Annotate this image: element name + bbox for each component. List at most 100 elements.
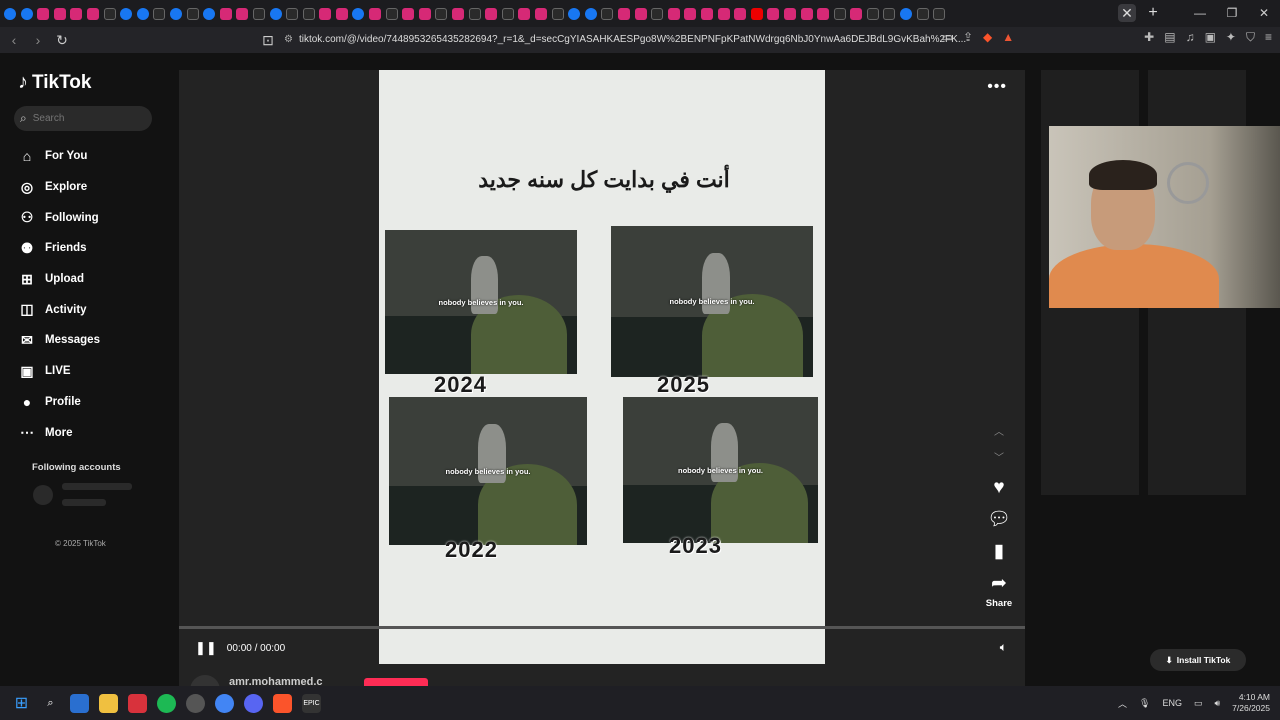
site-info-icon[interactable]: ⚙ (284, 34, 293, 45)
instagram-tab-icon[interactable] (485, 7, 498, 20)
store-icon[interactable] (70, 693, 89, 713)
instagram-tab-icon[interactable] (700, 7, 713, 20)
minimize-button[interactable]: — (1184, 0, 1216, 27)
wallet-icon[interactable]: ▣ (1205, 30, 1216, 45)
tiktok-tab-icon[interactable] (501, 7, 514, 20)
tiktok-tab-icon[interactable] (833, 7, 846, 20)
file-explorer-icon[interactable] (99, 693, 118, 713)
epic-games-icon[interactable]: EPIC (302, 693, 321, 713)
facebook-tab-icon[interactable] (900, 7, 913, 20)
brave-icon[interactable] (273, 693, 292, 713)
tiktok-tab-icon[interactable] (916, 7, 929, 20)
extensions-icon[interactable]: ✚ (1144, 30, 1154, 45)
tiktok-tab-icon[interactable] (551, 7, 564, 20)
instagram-tab-icon[interactable] (684, 7, 697, 20)
sidebar-toggle-icon[interactable]: ▤ (1164, 30, 1175, 45)
ai-icon[interactable]: ✦ (1226, 30, 1236, 45)
cast-icon[interactable]: ▭ (942, 30, 953, 45)
steam-icon[interactable] (186, 693, 205, 713)
facebook-tab-icon[interactable] (269, 7, 282, 20)
microphone-icon[interactable]: 🎙︎ (1139, 698, 1150, 709)
reload-icon[interactable]: ↻ (52, 30, 72, 50)
close-tab-button[interactable]: ✕ (1118, 4, 1136, 22)
instagram-tab-icon[interactable] (783, 7, 796, 20)
tiktok-tab-icon[interactable] (883, 7, 896, 20)
instagram-tab-icon[interactable] (767, 7, 780, 20)
url-field[interactable]: ⚙ tiktok.com/@/video/7448953265435282694?… (278, 30, 998, 50)
tiktok-logo[interactable]: ♪ TikTok (18, 71, 91, 94)
instagram-tab-icon[interactable] (236, 7, 249, 20)
sidebar-item-upload[interactable]: ⊞ Upload (18, 264, 100, 295)
instagram-tab-icon[interactable] (734, 7, 747, 20)
tiktok-tab-icon[interactable] (385, 7, 398, 20)
new-tab-button[interactable]: + (1144, 4, 1162, 22)
sidebar-item-more[interactable]: ⋯ More (18, 417, 100, 448)
tiktok-tab-icon[interactable] (468, 7, 481, 20)
instagram-tab-icon[interactable] (717, 7, 730, 20)
comment-icon[interactable]: 💬︎ (987, 504, 1011, 536)
language-indicator[interactable]: ENG (1162, 698, 1182, 708)
instagram-tab-icon[interactable] (617, 7, 630, 20)
music-icon[interactable]: ♫ (1186, 30, 1195, 45)
menu-icon[interactable]: ≡ (1265, 30, 1272, 45)
instagram-tab-icon[interactable] (319, 7, 332, 20)
facebook-tab-icon[interactable] (203, 7, 216, 20)
instagram-tab-icon[interactable] (535, 7, 547, 20)
sidebar-item-activity[interactable]: ◫ Activity (18, 294, 100, 325)
bookmark-icon[interactable]: ⊡ (258, 30, 278, 50)
pause-icon[interactable]: ❚❚ (195, 640, 217, 656)
tiktok-tab-icon[interactable] (435, 7, 448, 20)
tiktok-tab-icon[interactable] (252, 7, 265, 20)
tiktok-tab-icon[interactable] (103, 7, 116, 20)
instagram-tab-icon[interactable] (667, 7, 680, 20)
sidebar-item-profile[interactable]: ● Profile (18, 387, 100, 418)
sidebar-item-following[interactable]: ⚇ Following (18, 202, 100, 233)
instagram-tab-icon[interactable] (850, 7, 863, 20)
network-icon[interactable]: ▭ (1194, 698, 1203, 709)
chrome-icon[interactable] (215, 693, 234, 713)
facebook-tab-icon[interactable] (4, 7, 16, 20)
clock[interactable]: 4:10 AM 7/26/2025 (1232, 692, 1270, 714)
rewards-icon[interactable]: ▲ (1002, 30, 1014, 45)
brave-shield-icon[interactable]: ◆ (983, 30, 992, 45)
close-window-button[interactable]: ✕ (1248, 0, 1280, 27)
vpn-icon[interactable]: ⛉ (1246, 30, 1255, 45)
sidebar-item-friends[interactable]: ⚉ Friends (18, 233, 100, 264)
search-input[interactable] (32, 113, 133, 124)
app-icon[interactable] (128, 693, 147, 713)
instagram-tab-icon[interactable] (369, 7, 382, 20)
facebook-tab-icon[interactable] (584, 7, 597, 20)
volume-icon[interactable]: 🔈︎ (1000, 640, 1007, 655)
follow-button[interactable] (364, 678, 428, 686)
youtube-tab-icon[interactable] (750, 7, 763, 20)
facebook-tab-icon[interactable] (568, 7, 581, 20)
facebook-tab-icon[interactable] (120, 7, 133, 20)
volume-tray-icon[interactable]: 🔊︎ (1215, 698, 1221, 709)
facebook-tab-icon[interactable] (136, 7, 149, 20)
tiktok-tab-icon[interactable] (651, 7, 664, 20)
instagram-tab-icon[interactable] (518, 7, 531, 20)
back-icon[interactable]: ‹ (4, 30, 24, 50)
share-icon[interactable]: ➦ (991, 568, 1007, 600)
sidebar-item-explore[interactable]: ◎ Explore (18, 172, 100, 203)
tab-favicons[interactable] (4, 7, 946, 20)
video-progress-bar[interactable] (179, 626, 1025, 629)
sidebar-item-for-you[interactable]: ⌂ For You (18, 141, 100, 172)
tiktok-tab-icon[interactable] (302, 7, 315, 20)
instagram-tab-icon[interactable] (86, 7, 99, 20)
instagram-tab-icon[interactable] (402, 7, 415, 20)
instagram-tab-icon[interactable] (634, 7, 647, 20)
instagram-tab-icon[interactable] (452, 7, 465, 20)
facebook-tab-icon[interactable] (169, 7, 182, 20)
tray-expand-icon[interactable]: ︿ (1118, 697, 1127, 710)
like-icon[interactable]: ♥ (993, 472, 1004, 504)
sidebar-item-messages[interactable]: ✉ Messages (18, 325, 100, 356)
tiktok-tab-icon[interactable] (601, 7, 614, 20)
next-video-icon[interactable]: ﹀ (994, 446, 1004, 472)
maximize-button[interactable]: ❐ (1216, 0, 1248, 27)
forward-icon[interactable]: › (28, 30, 48, 50)
share-page-icon[interactable]: ⇪ (963, 30, 973, 45)
instagram-tab-icon[interactable] (219, 7, 232, 20)
tiktok-tab-icon[interactable] (153, 7, 166, 20)
spotify-icon[interactable] (157, 693, 176, 713)
